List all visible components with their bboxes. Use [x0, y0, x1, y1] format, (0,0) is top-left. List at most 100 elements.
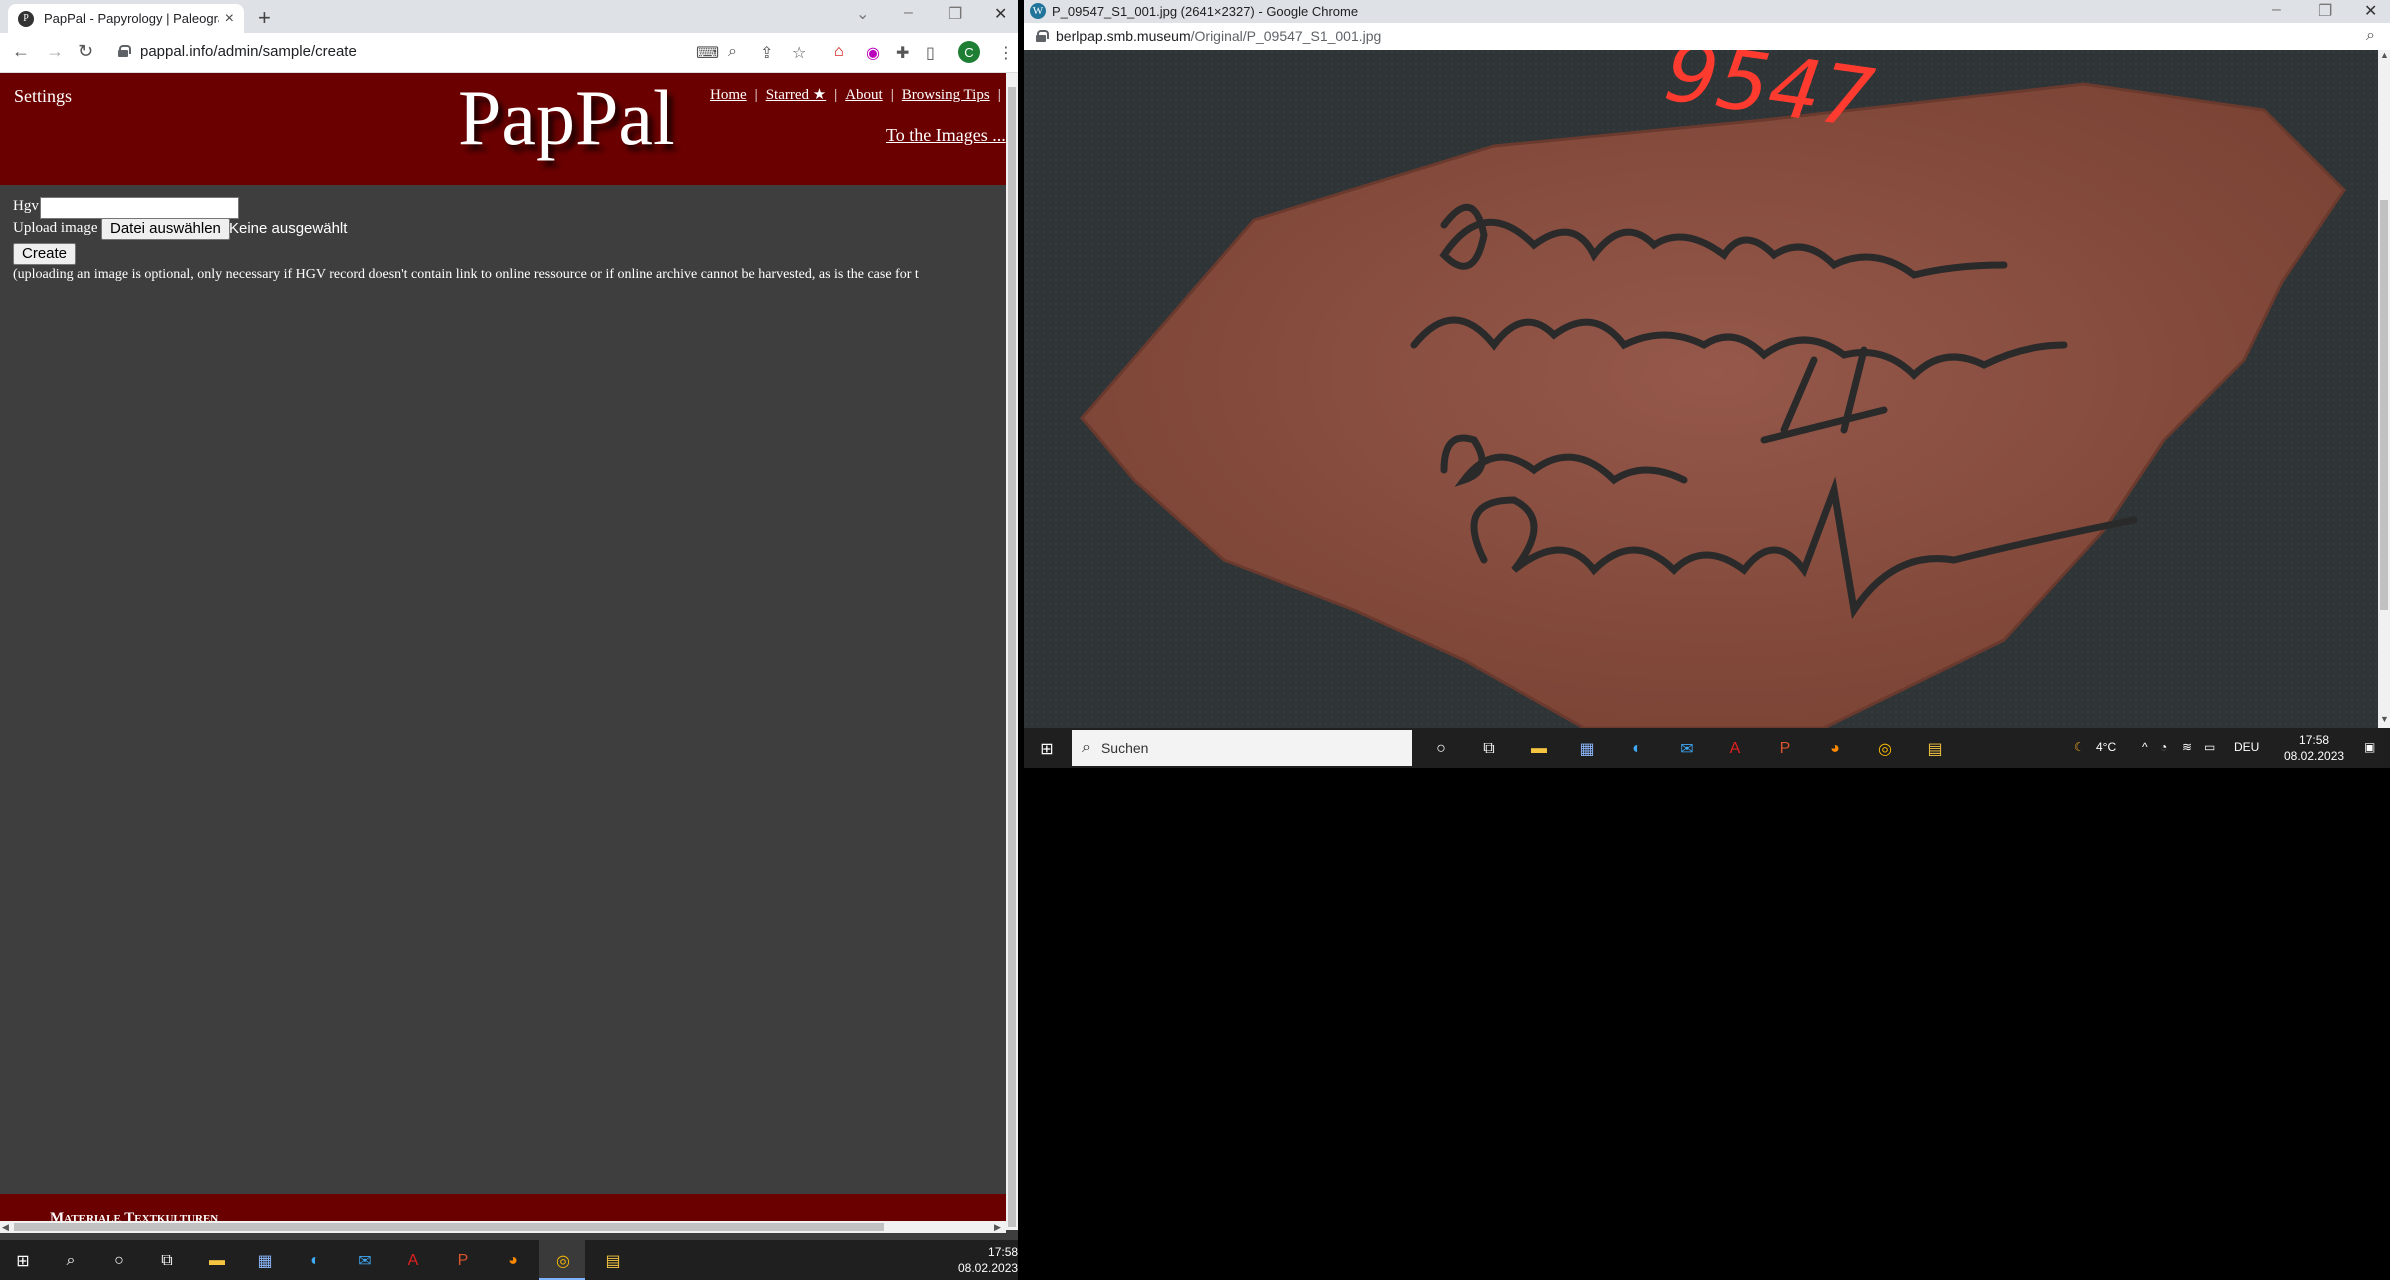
right-taskbar: ⊞ ⌕ Suchen ○ ⧉ ▬ ▦ ◐ ✉ A P ◕ ◎ ▤ ☾ 4°C ^…	[1024, 728, 2390, 768]
top-nav: Home|Starred ★|About|Browsing Tips|C	[710, 85, 1018, 104]
new-tab-icon[interactable]: +	[258, 5, 271, 31]
left-taskbar: ⊞ ⌕ ○ ⧉ ▬ ▦ ◐ ✉ A P ◕ ◎ ▤ 17:58 08.02.20…	[0, 1240, 1018, 1280]
taskbar-search-icon: ⌕	[1082, 739, 1091, 756]
right-firefox-icon[interactable]: ◕	[1824, 738, 1846, 760]
chrome-icon[interactable]: ◎	[552, 1250, 574, 1272]
edge-icon[interactable]: ◐	[304, 1250, 326, 1272]
left-clock-date: 08.02.2023	[958, 1261, 1018, 1275]
tab-title: PapPal - Papyrology | Paleograph	[44, 11, 219, 26]
address-bar[interactable]: pappal.info/admin/sample/create	[140, 43, 357, 60]
back-icon[interactable]: ←	[12, 41, 30, 62]
to-images-link[interactable]: To the Images ...	[886, 125, 1006, 146]
right-url[interactable]: berlpap.smb.museum/Original/P_09547_S1_0…	[1056, 28, 1381, 44]
nav-starred[interactable]: Starred ★	[766, 87, 827, 103]
scroll-right-icon[interactable]: ▶	[994, 1222, 1001, 1233]
site-logo[interactable]: PapPal	[458, 73, 675, 163]
file-explorer-icon[interactable]: ▬	[206, 1250, 228, 1272]
tray-language[interactable]: DEU	[2234, 740, 2259, 754]
scroll-left-icon[interactable]: ◀	[2, 1222, 9, 1233]
weather-moon-icon[interactable]: ☾	[2074, 740, 2085, 754]
restore-icon[interactable]: ❐	[948, 4, 962, 24]
cortana-icon[interactable]: ○	[108, 1250, 130, 1272]
right-edge-icon[interactable]: ◐	[1626, 738, 1648, 760]
right-task-view-icon[interactable]: ⧉	[1478, 738, 1500, 760]
extension-b-icon[interactable]: ◉	[866, 43, 880, 63]
right-chrome-icon[interactable]: ◎	[1874, 738, 1896, 760]
right-scroll-down-icon[interactable]: ▼	[2380, 714, 2389, 724]
tray-battery-icon[interactable]: ▭	[2204, 740, 2215, 754]
star-icon[interactable]: ☆	[792, 43, 806, 63]
right-title-bar: W P_09547_S1_001.jpg (2641×2327) - Googl…	[1024, 0, 2390, 23]
right-minimize-icon[interactable]: –	[2272, 1, 2281, 19]
ostracon-image: 9547	[1024, 24, 2378, 730]
pappal-favicon-icon: P	[18, 10, 34, 27]
horizontal-scrollbar[interactable]: ◀ ▶	[0, 1221, 1006, 1233]
right-mail-icon[interactable]: ✉	[1676, 738, 1698, 760]
right-clock[interactable]: 17:58 08.02.2023	[2284, 732, 2344, 764]
right-file-explorer-icon[interactable]: ▬	[1528, 738, 1550, 760]
store-icon[interactable]: ▦	[254, 1250, 276, 1272]
firefox-icon[interactable]: ◕	[502, 1250, 524, 1272]
image-viewer[interactable]: 9547	[1024, 24, 2378, 730]
profile-avatar[interactable]: C	[958, 41, 980, 63]
tab-close-icon[interactable]: ×	[225, 10, 234, 28]
right-vertical-scrollbar[interactable]: ▲ ▼	[2378, 50, 2390, 728]
right-zoom-icon[interactable]: ⌕	[2366, 27, 2375, 45]
reload-icon[interactable]: ↻	[78, 41, 93, 62]
tab-pappal[interactable]: P PapPal - Papyrology | Paleograph ×	[8, 4, 244, 33]
close-window-icon[interactable]: ✕	[994, 4, 1007, 24]
menu-icon[interactable]: ⋮	[998, 43, 1014, 63]
right-acrobat-icon[interactable]: A	[1724, 738, 1746, 760]
tray-wifi-icon[interactable]: ≋	[2182, 740, 2192, 754]
left-clock-time: 17:58	[988, 1245, 1018, 1259]
tray-network-icon[interactable]: ◔	[2160, 740, 2167, 754]
notification-icon[interactable]: ▣	[2364, 740, 2375, 754]
right-scroll-thumb[interactable]	[2380, 200, 2388, 610]
right-scroll-up-icon[interactable]: ▲	[2380, 50, 2389, 60]
mail-icon[interactable]: ✉	[354, 1250, 376, 1272]
powerpoint-icon[interactable]: P	[452, 1250, 474, 1272]
right-browser-window: W P_09547_S1_001.jpg (2641×2327) - Googl…	[1024, 0, 2390, 768]
tab-search-icon[interactable]: ⌄	[856, 4, 869, 24]
right-file-app-icon[interactable]: ▤	[1924, 738, 1946, 760]
right-close-icon[interactable]: ✕	[2364, 1, 2377, 21]
nav-home[interactable]: Home	[710, 87, 747, 103]
minimize-icon[interactable]: –	[904, 4, 913, 22]
lock-icon	[118, 45, 131, 57]
hgv-row: Hgv	[13, 197, 239, 219]
create-button[interactable]: Create	[13, 243, 77, 265]
forward-icon[interactable]: →	[46, 41, 64, 62]
acrobat-icon[interactable]: A	[402, 1250, 424, 1272]
right-windows-start-icon[interactable]: ⊞	[1036, 738, 1058, 760]
task-view-icon[interactable]: ⧉	[156, 1250, 178, 1272]
right-cortana-icon[interactable]: ○	[1430, 738, 1452, 760]
settings-link[interactable]: Settings	[14, 86, 72, 107]
right-clock-time: 17:58	[2299, 733, 2330, 747]
right-lock-icon	[1036, 30, 1049, 42]
nav-browsing-tips[interactable]: Browsing Tips	[902, 87, 990, 103]
zoom-icon[interactable]: ⌕	[728, 43, 737, 61]
wordpress-favicon-icon: W	[1030, 3, 1046, 19]
tab-strip: P PapPal - Papyrology | Paleograph × + ⌄…	[0, 0, 1018, 33]
tray-chevron-icon[interactable]: ^	[2142, 740, 2148, 754]
windows-start-icon[interactable]: ⊞	[12, 1250, 34, 1272]
choose-file-button[interactable]: Datei auswählen	[101, 218, 230, 240]
horizontal-scroll-thumb[interactable]	[14, 1223, 884, 1231]
right-restore-icon[interactable]: ❐	[2318, 1, 2332, 21]
weather-temp[interactable]: 4°C	[2096, 740, 2116, 754]
right-powerpoint-icon[interactable]: P	[1774, 738, 1796, 760]
sidebar-icon[interactable]: ▯	[926, 43, 935, 63]
nav-about[interactable]: About	[845, 87, 883, 103]
extensions-icon[interactable]: ✚	[896, 43, 909, 63]
vertical-scrollbar[interactable]	[1006, 73, 1018, 1230]
extension-a-icon[interactable]: ⌂	[834, 43, 844, 61]
right-store-icon[interactable]: ▦	[1576, 738, 1598, 760]
translate-icon[interactable]: ⌨	[696, 43, 719, 63]
share-icon[interactable]: ⇪	[760, 43, 773, 63]
vertical-scroll-thumb[interactable]	[1008, 87, 1016, 1227]
file-app-icon[interactable]: ▤	[602, 1250, 624, 1272]
right-address-bar[interactable]: berlpap.smb.museum/Original/P_09547_S1_0…	[1024, 23, 2390, 50]
hgv-input[interactable]	[40, 197, 239, 219]
taskbar-search-box[interactable]: ⌕ Suchen	[1072, 730, 1412, 766]
search-icon[interactable]: ⌕	[60, 1250, 82, 1272]
